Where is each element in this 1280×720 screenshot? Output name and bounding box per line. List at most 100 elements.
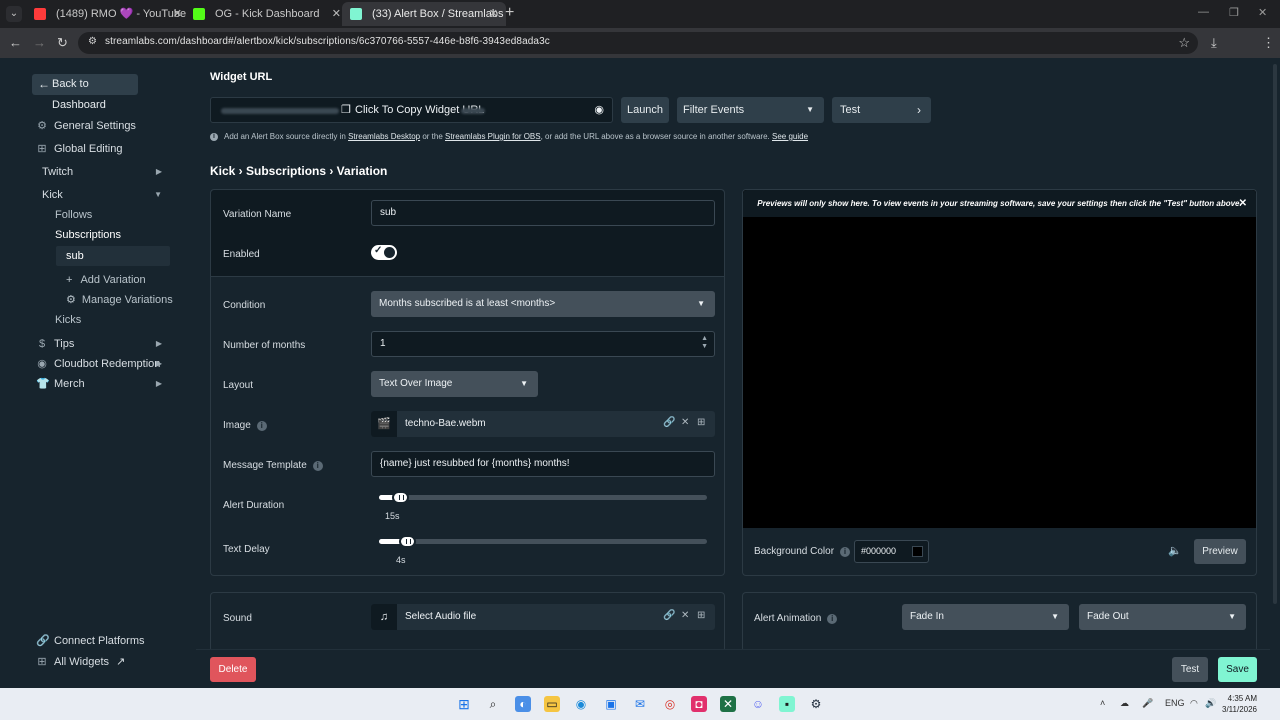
speaker-icon[interactable]: 🔊: [1205, 698, 1216, 709]
filter-events-dropdown[interactable]: Filter Events ▼: [677, 97, 824, 123]
page-scrollbar[interactable]: [1270, 58, 1280, 688]
sidebar-item-all-widgets[interactable]: ⊞ All Widgets ↗: [36, 652, 170, 672]
onedrive-icon[interactable]: ☁: [1120, 698, 1129, 709]
sound-file-picker[interactable]: ♫ Select Audio file 🔗 ✕ ⊞: [371, 604, 715, 630]
address-bar[interactable]: ⚙ streamlabs.com/dashboard#/alertbox/kic…: [78, 32, 1198, 54]
condition-select[interactable]: Months subscribed is at least <months> ▼: [371, 291, 715, 317]
file-explorer-icon[interactable]: ▭: [544, 696, 560, 712]
sidebar-item-merch[interactable]: 👕 Merch ▶: [36, 374, 170, 394]
months-number-input[interactable]: 1 ▲ ▼: [371, 331, 715, 357]
back-to-dashboard-button[interactable]: ← Back to Dashboard: [32, 74, 138, 111]
forward-arrow-icon[interactable]: →: [33, 35, 46, 50]
sidebar-item-twitch[interactable]: Twitch ▶: [42, 162, 170, 182]
info-icon[interactable]: i: [840, 547, 851, 557]
variation-name-input[interactable]: sub: [371, 200, 715, 226]
minimize-icon[interactable]: —: [1198, 6, 1209, 18]
close-tab-icon[interactable]: ✕: [332, 2, 341, 26]
clear-icon[interactable]: ✕: [681, 417, 689, 428]
close-icon[interactable]: ✕: [1239, 190, 1247, 217]
info-icon[interactable]: i: [256, 421, 267, 431]
reload-icon[interactable]: ↻: [57, 35, 68, 51]
volume-icon[interactable]: 🔈: [1168, 544, 1182, 557]
footer-test-button[interactable]: Test: [1172, 657, 1208, 682]
steam-icon[interactable]: ⚙: [808, 696, 824, 712]
outlook-icon[interactable]: ✉: [632, 696, 648, 712]
sidebar-label: Merch: [54, 378, 85, 390]
fade-in-select[interactable]: Fade In ▼: [902, 604, 1069, 630]
info-icon[interactable]: i: [312, 461, 323, 471]
close-tab-icon[interactable]: ✕: [489, 2, 498, 26]
site-info-icon[interactable]: ⚙: [88, 36, 100, 48]
link-icon[interactable]: 🔗: [663, 417, 675, 428]
browser-menu-icon[interactable]: ⋮: [1262, 35, 1275, 51]
edge-icon[interactable]: ◉: [573, 696, 589, 712]
eye-icon[interactable]: ◉: [594, 103, 604, 116]
tab-alert-box[interactable]: (33) Alert Box / Streamlabs ✕: [342, 2, 506, 26]
download-icon[interactable]: ⤓: [1211, 35, 1217, 51]
sidebar-item-general-settings[interactable]: ⚙ General Settings: [36, 116, 170, 136]
tab-kick-dashboard[interactable]: OG - Kick Dashboard ✕: [185, 2, 349, 26]
alert-duration-slider[interactable]: [379, 491, 707, 504]
delete-button[interactable]: Delete: [210, 657, 256, 682]
link-icon[interactable]: 🔗: [663, 610, 675, 621]
widgets-icon[interactable]: ◐: [515, 696, 531, 712]
restore-icon[interactable]: ❐: [1229, 6, 1239, 19]
sidebar-item-subscriptions[interactable]: Subscriptions: [55, 225, 121, 245]
microphone-icon[interactable]: 🎤: [1142, 698, 1153, 709]
see-guide-link[interactable]: See guide: [772, 132, 808, 141]
tab-youtube[interactable]: (1489) RMO 💜 - YouTube ✕: [26, 2, 190, 26]
search-icon[interactable]: ⌕: [485, 696, 501, 712]
back-arrow-icon[interactable]: ←: [9, 35, 22, 50]
instagram-icon[interactable]: ◘: [691, 696, 707, 712]
excel-icon[interactable]: ✕: [720, 696, 736, 712]
slider-handle[interactable]: [399, 535, 416, 548]
obs-plugin-link[interactable]: Streamlabs Plugin for OBS: [445, 132, 541, 141]
layout-select[interactable]: Text Over Image ▼: [371, 371, 538, 397]
streamlabs-desktop-link[interactable]: Streamlabs Desktop: [348, 132, 420, 141]
color-swatch[interactable]: [912, 546, 923, 557]
streamlabs-icon[interactable]: ▪: [779, 696, 795, 712]
chrome-icon[interactable]: ◎: [662, 696, 678, 712]
sidebar-item-sub-variation[interactable]: sub: [56, 246, 170, 266]
clear-icon[interactable]: ✕: [681, 610, 689, 621]
background-color-input[interactable]: #000000: [854, 540, 929, 563]
test-dropdown-button[interactable]: Test ›: [832, 97, 931, 123]
sidebar-item-manage-variations[interactable]: ⚙ Manage Variations: [66, 290, 173, 310]
text-delay-slider[interactable]: [379, 535, 707, 548]
windows-start-icon[interactable]: ⊞: [456, 696, 472, 712]
sidebar-item-kick[interactable]: Kick ▼: [42, 185, 170, 205]
wifi-icon[interactable]: ◠: [1190, 698, 1198, 709]
message-template-input[interactable]: {name} just resubbed for {months} months…: [371, 451, 715, 477]
bookmark-star-icon[interactable]: ☆: [1178, 35, 1190, 51]
number-stepper-icon[interactable]: ▲ ▼: [701, 335, 708, 351]
image-file-picker[interactable]: 🎬 techno-Bae.webm 🔗 ✕ ⊞: [371, 411, 715, 437]
sidebar-item-connect-platforms[interactable]: 🔗 Connect Platforms: [36, 631, 170, 651]
language-indicator[interactable]: ENG: [1165, 698, 1185, 708]
slider-handle[interactable]: [392, 491, 409, 504]
sidebar-item-tips[interactable]: $ Tips ▶: [36, 334, 170, 354]
gallery-grid-icon[interactable]: ⊞: [697, 610, 705, 621]
window-close-icon[interactable]: ✕: [1258, 6, 1267, 19]
sidebar-item-follows[interactable]: Follows: [55, 205, 92, 225]
widget-url-field[interactable]: ❐ Click To Copy Widget URL ◉: [210, 97, 613, 123]
new-tab-plus-icon[interactable]: +: [505, 4, 514, 22]
preview-button[interactable]: Preview: [1194, 539, 1246, 564]
discord-icon[interactable]: ☺: [750, 696, 766, 712]
sidebar-item-kicks[interactable]: Kicks: [55, 310, 81, 330]
close-tab-icon[interactable]: ✕: [173, 2, 182, 26]
tab-search-chevron-icon[interactable]: ⌄: [6, 6, 22, 22]
store-icon[interactable]: ▣: [603, 696, 619, 712]
sidebar-item-add-variation[interactable]: + Add Variation: [66, 270, 146, 290]
launch-button[interactable]: Launch: [621, 97, 669, 123]
tray-chevron-icon[interactable]: ˄: [1100, 698, 1105, 708]
sidebar-item-cloudbot[interactable]: ◉ Cloudbot Redemption ▶: [36, 354, 170, 374]
fade-out-select[interactable]: Fade Out ▼: [1079, 604, 1246, 630]
enabled-toggle[interactable]: ✓: [371, 245, 397, 260]
save-button[interactable]: Save: [1218, 657, 1257, 682]
sidebar-item-global-editing[interactable]: ⊞ Global Editing: [36, 139, 170, 159]
system-clock[interactable]: 4:35 AM 3/11/2026: [1222, 693, 1257, 715]
info-icon[interactable]: i: [827, 614, 838, 624]
url-text[interactable]: streamlabs.com/dashboard#/alertbox/kick/…: [105, 36, 550, 47]
scrollbar-thumb[interactable]: [1273, 64, 1277, 604]
gallery-grid-icon[interactable]: ⊞: [697, 417, 705, 428]
